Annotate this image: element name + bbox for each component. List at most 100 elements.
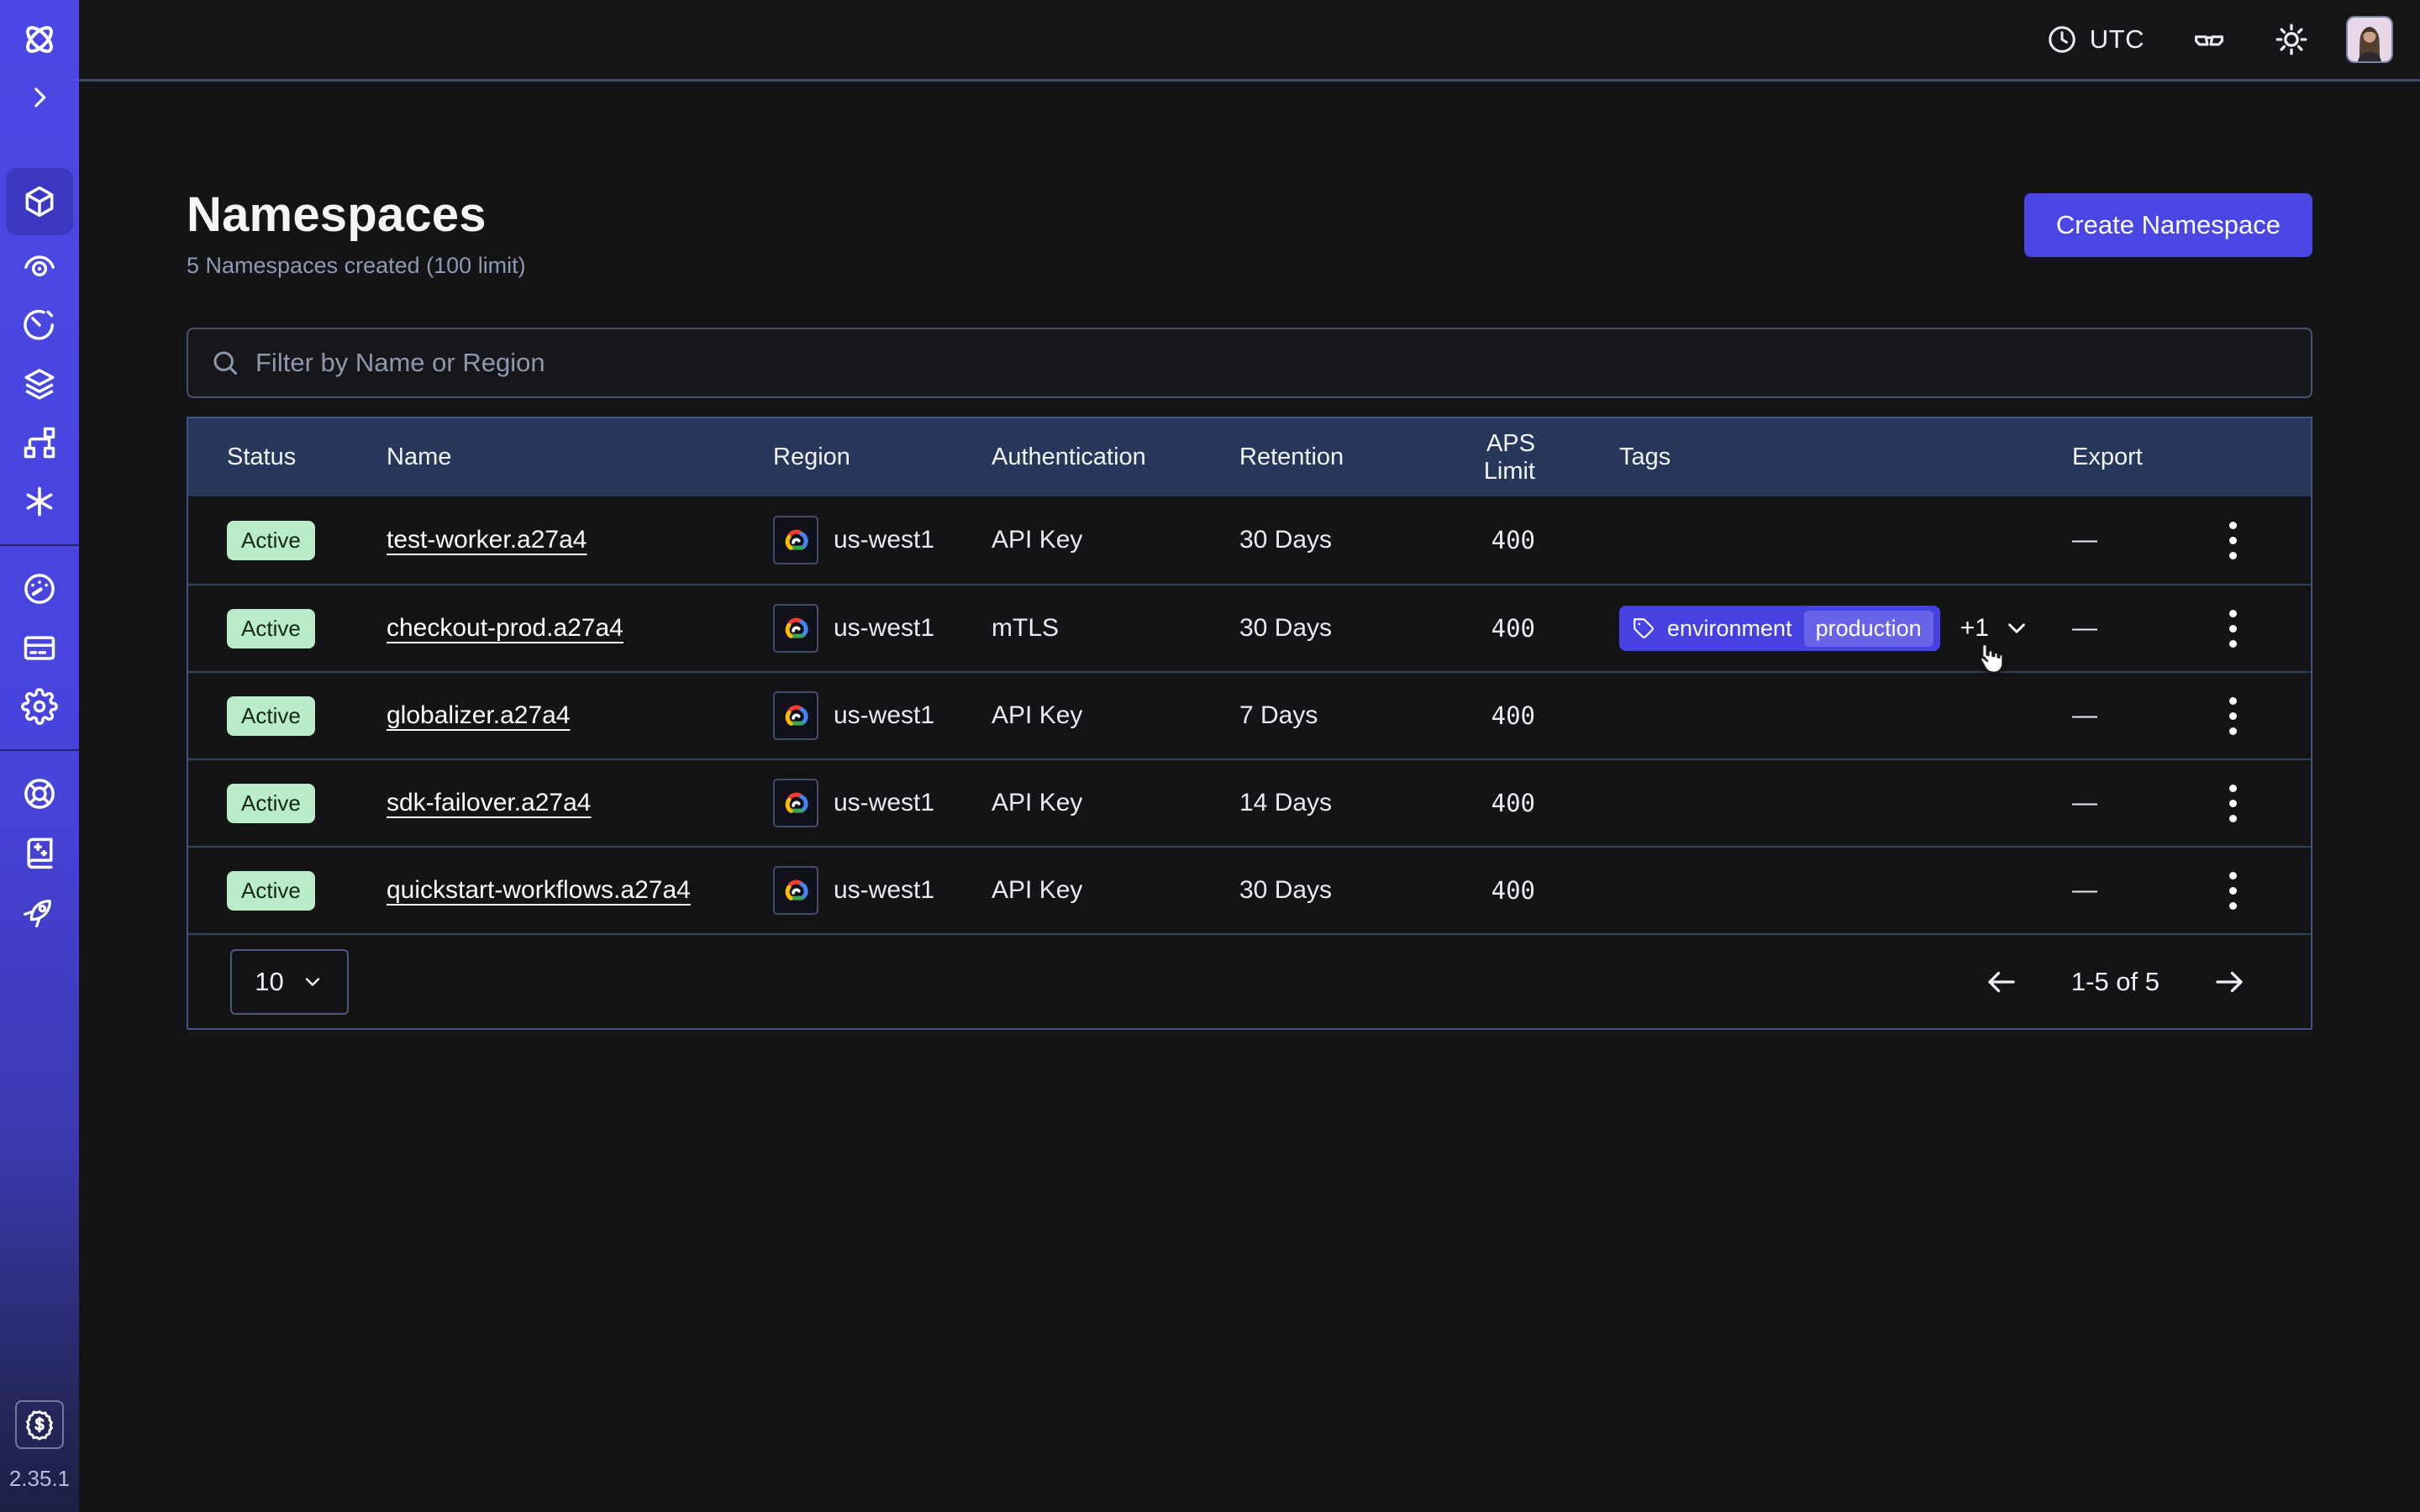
page-title: Namespaces	[187, 186, 526, 243]
temporal-logo-icon	[18, 18, 60, 60]
region-label: us-west1	[834, 701, 934, 730]
sidebar-item-deployments[interactable]	[6, 354, 73, 413]
col-retention: Retention	[1239, 444, 1432, 471]
aps-value: 400	[1432, 526, 1619, 554]
gcp-logo-icon	[773, 866, 818, 915]
aps-value: 400	[1432, 614, 1619, 643]
sidebar-item-docs[interactable]	[6, 823, 73, 882]
page-header: Namespaces 5 Namespaces created (100 lim…	[187, 186, 2312, 279]
sidebar: 2.35.1	[0, 0, 79, 1512]
temporal-logo[interactable]	[6, 7, 73, 72]
timer-icon	[21, 307, 58, 344]
timezone-label: UTC	[2090, 24, 2144, 55]
filter-input[interactable]	[255, 348, 2289, 378]
auth-value: mTLS	[992, 614, 1239, 643]
chevron-right-icon	[25, 83, 54, 112]
namespace-link[interactable]: globalizer.a27a4	[387, 701, 571, 729]
sidebar-item-integrations[interactable]	[6, 472, 73, 531]
page-size-select[interactable]: 10	[230, 949, 349, 1015]
billing-card-icon	[21, 629, 58, 666]
arrow-left-icon	[1984, 964, 2019, 1000]
glasses-icon	[2191, 22, 2227, 57]
arrow-right-icon	[2212, 964, 2247, 1000]
theme-toggle[interactable]	[2274, 22, 2309, 57]
topbar: UTC	[79, 0, 2420, 81]
page-subtitle: 5 Namespaces created (100 limit)	[187, 253, 526, 279]
col-tags: Tags	[1619, 444, 2072, 471]
sidebar-item-usage[interactable]	[6, 559, 73, 618]
row-menu-button[interactable]	[2221, 776, 2245, 831]
sidebar-item-billing[interactable]	[6, 618, 73, 677]
retention-value: 14 Days	[1239, 789, 1432, 817]
tags-cell: environment production +1	[1619, 606, 2072, 651]
sidebar-item-getting-started[interactable]	[6, 882, 73, 941]
filter-bar[interactable]	[187, 328, 2312, 398]
aps-value: 400	[1432, 789, 1619, 817]
retention-value: 7 Days	[1239, 701, 1432, 730]
status-badge: Active	[227, 784, 315, 823]
cube-icon	[21, 183, 58, 220]
export-value: —	[2072, 789, 2097, 817]
timezone-selector[interactable]: UTC	[2046, 24, 2144, 55]
aps-value: 400	[1432, 876, 1619, 905]
sidebar-item-support[interactable]	[6, 764, 73, 823]
col-export: Export	[2072, 444, 2311, 471]
layers-icon	[21, 365, 58, 402]
gauge-icon	[21, 570, 58, 607]
chevron-down-icon	[2002, 614, 2031, 643]
namespace-link[interactable]: test-worker.a27a4	[387, 526, 587, 554]
row-menu-button[interactable]	[2221, 864, 2245, 918]
book-icon	[21, 834, 58, 871]
create-namespace-button[interactable]: Create Namespace	[2024, 193, 2312, 257]
table-row: Active checkout-prod.a27a4 us-west1 mTLS…	[188, 584, 2311, 671]
avatar[interactable]	[2346, 16, 2393, 63]
row-menu-button[interactable]	[2221, 689, 2245, 743]
credits-button[interactable]	[15, 1400, 64, 1449]
search-icon	[210, 348, 240, 378]
export-value: —	[2072, 701, 2097, 730]
sun-icon	[2274, 22, 2309, 57]
region-label: us-west1	[834, 876, 934, 905]
namespaces-table: Status Name Region Authentication Retent…	[187, 417, 2312, 1030]
gcp-logo-icon	[773, 691, 818, 740]
namespace-link[interactable]: sdk-failover.a27a4	[387, 789, 592, 816]
auth-value: API Key	[992, 789, 1239, 817]
labs-toggle[interactable]	[2191, 22, 2227, 57]
sidebar-item-settings[interactable]	[6, 677, 73, 736]
tag-key: environment	[1667, 616, 1792, 642]
credits-badge-icon	[23, 1408, 56, 1441]
auth-value: API Key	[992, 526, 1239, 554]
gcp-logo-icon	[773, 516, 818, 564]
pagination-range: 1-5 of 5	[2071, 967, 2160, 997]
app-version: 2.35.1	[9, 1466, 70, 1492]
tag-pill[interactable]: environment production	[1619, 606, 1940, 651]
export-value: —	[2072, 876, 2097, 905]
aps-value: 400	[1432, 701, 1619, 730]
tags-more-count: +1	[1960, 614, 1989, 643]
row-menu-button[interactable]	[2221, 601, 2245, 656]
table-header: Status Name Region Authentication Retent…	[188, 418, 2311, 496]
table-row: Active quickstart-workflows.a27a4 us-wes…	[188, 846, 2311, 933]
prev-page-button[interactable]	[1984, 964, 2019, 1000]
table-row: Active test-worker.a27a4 us-west1 API Ke…	[188, 496, 2311, 584]
namespace-link[interactable]: checkout-prod.a27a4	[387, 614, 623, 642]
next-page-button[interactable]	[2212, 964, 2247, 1000]
sidebar-item-monitor[interactable]	[6, 237, 73, 296]
table-row: Active globalizer.a27a4 us-west1 API Key…	[188, 671, 2311, 759]
gcp-logo-icon	[773, 604, 818, 653]
sidebar-item-namespaces[interactable]	[6, 168, 73, 235]
gear-icon	[21, 688, 58, 725]
tags-expand-button[interactable]	[2002, 614, 2031, 643]
sidebar-expand-button[interactable]	[6, 72, 73, 123]
avatar-photo	[2348, 18, 2391, 61]
row-menu-button[interactable]	[2221, 513, 2245, 568]
tag-value: production	[1804, 611, 1933, 647]
auth-value: API Key	[992, 701, 1239, 730]
sidebar-item-schedules[interactable]	[6, 296, 73, 354]
status-badge: Active	[227, 609, 315, 648]
col-authentication: Authentication	[992, 444, 1239, 471]
namespace-link[interactable]: quickstart-workflows.a27a4	[387, 876, 691, 904]
page-size-value: 10	[255, 967, 283, 997]
sidebar-item-nexus[interactable]	[6, 413, 73, 472]
status-badge: Active	[227, 871, 315, 911]
